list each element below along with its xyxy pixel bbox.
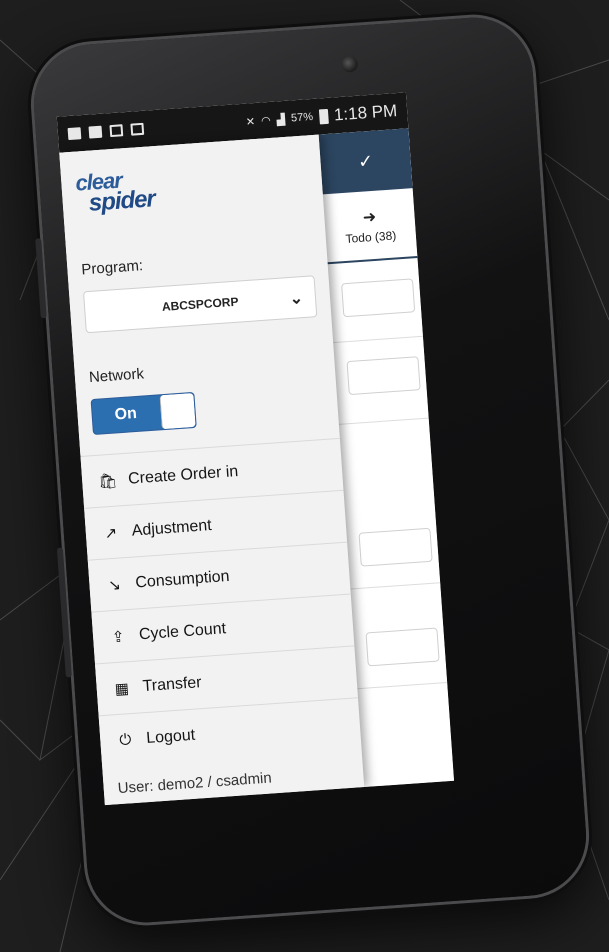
share-out-icon: ⇪: [111, 627, 126, 646]
toggle-knob: [159, 392, 196, 430]
battery-percent: 57%: [290, 110, 314, 125]
arrow-right-icon: ➜: [362, 208, 377, 227]
input-field[interactable]: [358, 527, 433, 567]
program-select-value: ABCSPCORP: [161, 294, 239, 314]
signal-icon: ▟: [276, 113, 286, 126]
check-icon: ✓: [357, 150, 374, 172]
menu-item-label: Transfer: [142, 673, 203, 695]
menu-item-label: Logout: [145, 726, 196, 747]
power-icon: ⏻: [118, 731, 132, 749]
menu-item-label: Cycle Count: [138, 619, 227, 643]
phone-device: ✕ ◠ ▟ 57% 1:18 PM ✓ ➜ Todo (38) clear sp…: [29, 13, 591, 927]
mute-icon: ✕: [245, 115, 256, 129]
image-icon: [130, 122, 145, 136]
tab-todo[interactable]: ➜ Todo (38): [322, 188, 418, 265]
arrow-down-right-icon: ↘: [107, 575, 122, 594]
clearspider-logo: clear spider: [74, 167, 156, 217]
drawer-menu: 🛍 Create Order in ↗ Adjustment ↘ Consump…: [80, 437, 362, 768]
user-info: User: demo2 / csadmin: [117, 769, 273, 798]
arrow-up-right-icon: ↗: [104, 524, 118, 542]
battery-icon: [318, 108, 329, 124]
network-toggle[interactable]: On: [90, 391, 197, 436]
chevron-down-icon: ⌄: [289, 290, 304, 308]
front-camera: [341, 55, 359, 73]
menu-item-label: Adjustment: [131, 516, 213, 540]
divider: [338, 417, 429, 425]
program-select[interactable]: ABCSPCORP ⌄: [82, 275, 318, 334]
mail-icon: [109, 124, 124, 138]
network-label: Network: [88, 365, 145, 387]
chat-icon: [67, 127, 82, 141]
menu-item-label: Create Order in: [127, 462, 239, 488]
wifi-icon: ◠: [260, 114, 272, 128]
network-toggle-label: On: [114, 404, 138, 424]
input-field[interactable]: [346, 356, 421, 396]
tab-todo-label: Todo (38): [345, 227, 397, 246]
divider: [333, 335, 423, 344]
divider: [357, 681, 448, 690]
phone-screen: ✕ ◠ ▟ 57% 1:18 PM ✓ ➜ Todo (38) clear sp…: [56, 92, 455, 806]
input-field[interactable]: [341, 278, 416, 318]
message-icon: [88, 125, 103, 139]
menu-item-label: Consumption: [134, 567, 231, 591]
divider: [350, 582, 441, 590]
input-field[interactable]: [365, 627, 440, 667]
program-label: Program:: [80, 257, 144, 279]
navigation-drawer: clear spider Program: ABCSPCORP ⌄ Networ…: [59, 134, 365, 806]
confirm-button[interactable]: ✓: [318, 128, 413, 195]
shopping-bag-icon: 🛍: [97, 471, 118, 491]
grid-icon: ▦: [114, 679, 130, 698]
clock: 1:18 PM: [333, 101, 398, 125]
